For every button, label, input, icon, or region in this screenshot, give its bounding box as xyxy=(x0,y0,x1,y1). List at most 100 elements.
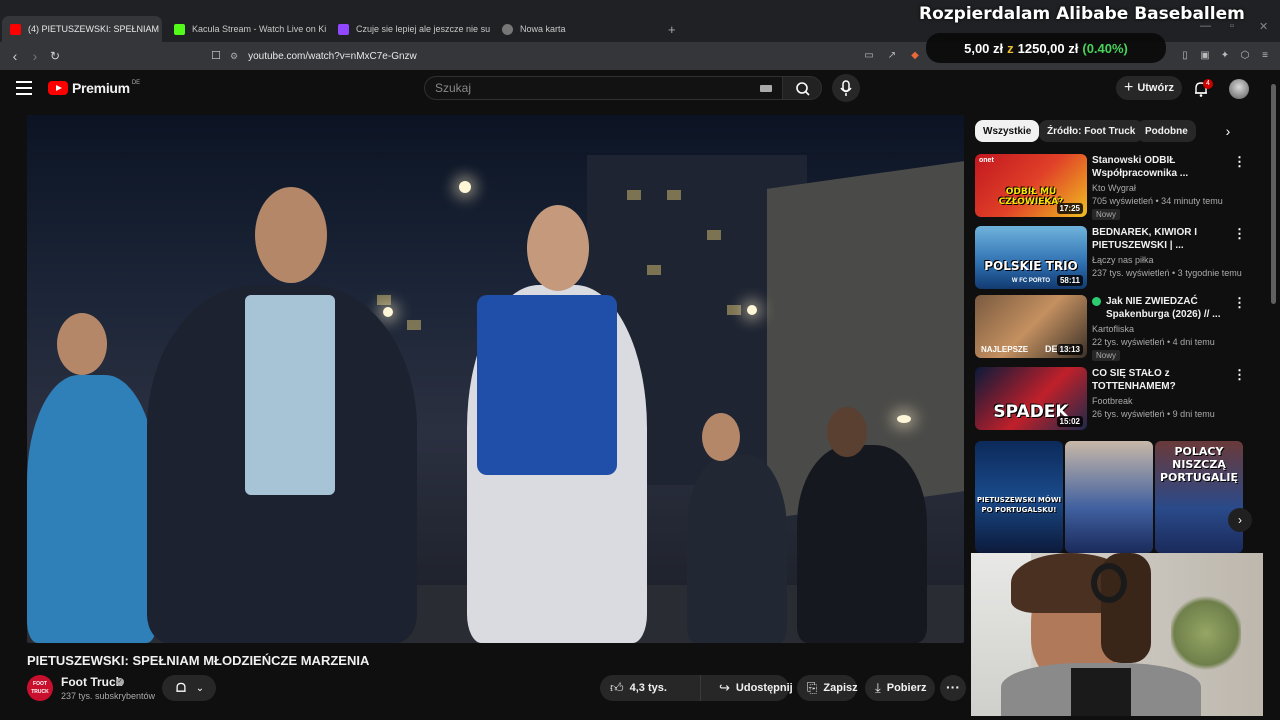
menu-icon[interactable]: ≡ xyxy=(1258,49,1272,63)
more-icon: ··· xyxy=(946,679,960,695)
close-window-icon[interactable]: ✕ xyxy=(1259,20,1268,33)
chevron-down-icon: ⌄ xyxy=(195,682,205,694)
short-item[interactable]: PIETUSZEWSKI MÓWI PO PORTUGALSKU! xyxy=(975,441,1063,553)
cast-icon[interactable]: ▭ xyxy=(862,49,876,63)
like-button[interactable]: 👍︎ 4,3 tys. xyxy=(600,675,700,701)
recommendation-item[interactable]: SPADEK 15:02 CO SIĘ STAŁO z TOTTENHAMEM?… xyxy=(975,367,1265,431)
recommendation-item[interactable]: NAJLEPSZE DERE 13:13 Jak NIE ZWIEDZAĆ Sp… xyxy=(975,295,1265,361)
chip-source[interactable]: Źródło: Foot Truck xyxy=(1039,120,1144,142)
hamburger-menu-icon[interactable] xyxy=(16,81,32,95)
chip-all[interactable]: Wszystkie xyxy=(975,120,1040,142)
youtube-logo-icon xyxy=(48,81,68,95)
channel-avatar-text: FOOT TRUCK xyxy=(31,681,49,695)
twitch-icon xyxy=(338,23,349,35)
more-vertical-icon[interactable]: ⋮ xyxy=(1233,295,1246,311)
more-vertical-icon[interactable]: ⋮ xyxy=(1233,154,1246,170)
share-button[interactable]: ↪ Udostępnij xyxy=(709,675,793,701)
share-page-icon[interactable]: ↗ xyxy=(885,49,899,63)
address-bar[interactable]: ⚙ youtube.com/watch?v=nMxC7e-Gnzw xyxy=(230,46,930,66)
recommendation-channel[interactable]: Footbreak xyxy=(1092,396,1133,406)
notification-count-badge: 4 xyxy=(1203,79,1213,89)
share-icon: ↪ xyxy=(719,680,730,695)
tab-kick[interactable]: Kacula Stream - Watch Live on Kick xyxy=(166,16,326,42)
verified-icon: ✓ xyxy=(116,678,124,686)
reload-icon[interactable]: ↻ xyxy=(46,47,64,65)
recommendation-item[interactable]: POLSKIE TRIO W FC PORTO 58:11 BEDNAREK, … xyxy=(975,226,1265,290)
tab-youtube[interactable]: (4) PIETUSZEWSKI: SPEŁNIAM M ✕ xyxy=(2,16,162,42)
site-info-icon[interactable]: ⚙ xyxy=(230,51,238,62)
brave-shield-icon[interactable]: ◆ xyxy=(908,49,922,63)
url-text: youtube.com/watch?v=nMxC7e-Gnzw xyxy=(248,50,417,62)
chip-related[interactable]: Podobne xyxy=(1137,120,1196,142)
recommendation-meta: 26 tys. wyświetleń • 9 dni temu xyxy=(1092,409,1215,419)
extensions-icon[interactable]: ✦ xyxy=(1218,49,1232,63)
donation-separator: z xyxy=(1007,40,1014,56)
bookmark-icon[interactable]: ☐ xyxy=(207,47,225,65)
account-avatar[interactable] xyxy=(1229,79,1249,99)
donation-amount: 5,00 zł xyxy=(964,40,1004,56)
video-duration: 17:25 xyxy=(1056,203,1083,214)
recommendation-item[interactable]: onet ODBIŁ MU CZŁOWIEKA? 17:25 Stanowski… xyxy=(975,154,1265,220)
thumbnail-label: onet xyxy=(979,157,994,164)
live-dot-icon xyxy=(1092,297,1101,306)
search-button[interactable] xyxy=(782,76,822,100)
back-icon[interactable]: ‹ xyxy=(6,47,24,65)
recommendation-channel[interactable]: Kto Wygrał xyxy=(1092,183,1136,193)
chevron-right-icon[interactable]: › xyxy=(1218,121,1238,141)
video-thumbnail[interactable]: NAJLEPSZE DERE 13:13 xyxy=(975,295,1087,358)
logo-region: DE xyxy=(131,80,141,86)
tab-title: Kacula Stream - Watch Live on Kick xyxy=(192,24,326,34)
stream-overlay-title: Rozpierdalam Alibabe Baseballem xyxy=(919,4,1245,24)
recommendation-channel[interactable]: Kartofliska xyxy=(1092,324,1134,334)
youtube-premium-logo[interactable]: Premium DE xyxy=(48,80,140,96)
recommendation-title[interactable]: BEDNAREK, KIWIOR I PIETUSZEWSKI | ... xyxy=(1092,226,1232,252)
bell-icon xyxy=(176,682,186,692)
recommendation-title[interactable]: CO SIĘ STAŁO z TOTTENHAMEM? xyxy=(1092,367,1232,393)
vpn-icon[interactable]: ⬡ xyxy=(1238,49,1252,63)
more-vertical-icon[interactable]: ⋮ xyxy=(1233,367,1246,383)
donation-goal-widget: 5,00 zł z 1250,00 zł (0.40%) xyxy=(926,33,1166,63)
more-actions-button[interactable]: ··· xyxy=(940,675,966,701)
video-title: PIETUSZEWSKI: SPEŁNIAM MŁODZIEŃCZE MARZE… xyxy=(27,653,370,668)
microphone-icon xyxy=(840,80,852,96)
search-input[interactable]: Szukaj xyxy=(424,76,782,100)
recommendation-title[interactable]: Jak NIE ZWIEDZAĆ Spakenburga (2026) // .… xyxy=(1092,295,1232,321)
new-badge: Nowy xyxy=(1092,350,1121,361)
more-vertical-icon[interactable]: ⋮ xyxy=(1233,226,1246,242)
tab-title: (4) PIETUSZEWSKI: SPEŁNIAM M xyxy=(28,24,162,34)
new-tab-button[interactable]: + xyxy=(660,16,680,42)
short-item[interactable] xyxy=(1065,441,1153,553)
scrollbar-thumb[interactable] xyxy=(1271,84,1276,304)
channel-avatar[interactable]: FOOT TRUCK xyxy=(27,675,53,701)
street-lamp xyxy=(459,181,471,193)
wallet-icon[interactable]: ▣ xyxy=(1198,49,1212,63)
kick-icon xyxy=(174,23,185,35)
short-item[interactable]: POLACY NISZCZĄ PORTUGALIĘ xyxy=(1155,441,1243,553)
download-label: Pobierz xyxy=(886,682,927,694)
recommendation-channel[interactable]: Łączy nas piłka xyxy=(1092,255,1154,265)
sidebar-icon[interactable]: ▯ xyxy=(1178,49,1192,63)
video-thumbnail[interactable]: SPADEK 15:02 xyxy=(975,367,1087,430)
recommendation-meta: 22 tys. wyświetleń • 4 dni temu xyxy=(1092,337,1215,347)
create-button[interactable]: + Utwórz xyxy=(1116,76,1182,100)
channel-name[interactable]: Foot Truck xyxy=(61,675,122,689)
new-badge: Nowy xyxy=(1092,209,1121,220)
chevron-right-icon[interactable]: › xyxy=(1228,508,1252,532)
recommendation-meta: 705 wyświetleń • 34 minuty temu xyxy=(1092,196,1223,206)
youtube-header: Premium DE Szukaj + Utwórz 4 xyxy=(0,70,1280,110)
forward-icon[interactable]: › xyxy=(26,47,44,65)
save-button[interactable]: ⎘ Zapisz xyxy=(797,675,858,701)
tab-title: Czuje sie lepiej ale jeszcze nie super xyxy=(356,24,490,34)
tab-twitch[interactable]: Czuje sie lepiej ale jeszcze nie super xyxy=(330,16,490,42)
subscription-notifications-button[interactable]: ⌄ xyxy=(162,675,216,701)
voice-search-button[interactable] xyxy=(832,74,860,102)
recommendation-title[interactable]: Stanowski ODBIŁ Współpracownika ... xyxy=(1092,154,1232,180)
keyboard-icon[interactable] xyxy=(760,84,772,92)
video-thumbnail[interactable]: onet ODBIŁ MU CZŁOWIEKA? 17:25 xyxy=(975,154,1087,217)
download-button[interactable]: ⤓ Pobierz xyxy=(865,675,935,701)
share-label: Udostępnij xyxy=(735,682,793,694)
video-thumbnail[interactable]: POLSKIE TRIO W FC PORTO 58:11 xyxy=(975,226,1087,289)
like-count: 4,3 tys. xyxy=(629,682,667,694)
video-player[interactable] xyxy=(27,115,964,643)
tab-new[interactable]: Nowa karta xyxy=(494,16,654,42)
